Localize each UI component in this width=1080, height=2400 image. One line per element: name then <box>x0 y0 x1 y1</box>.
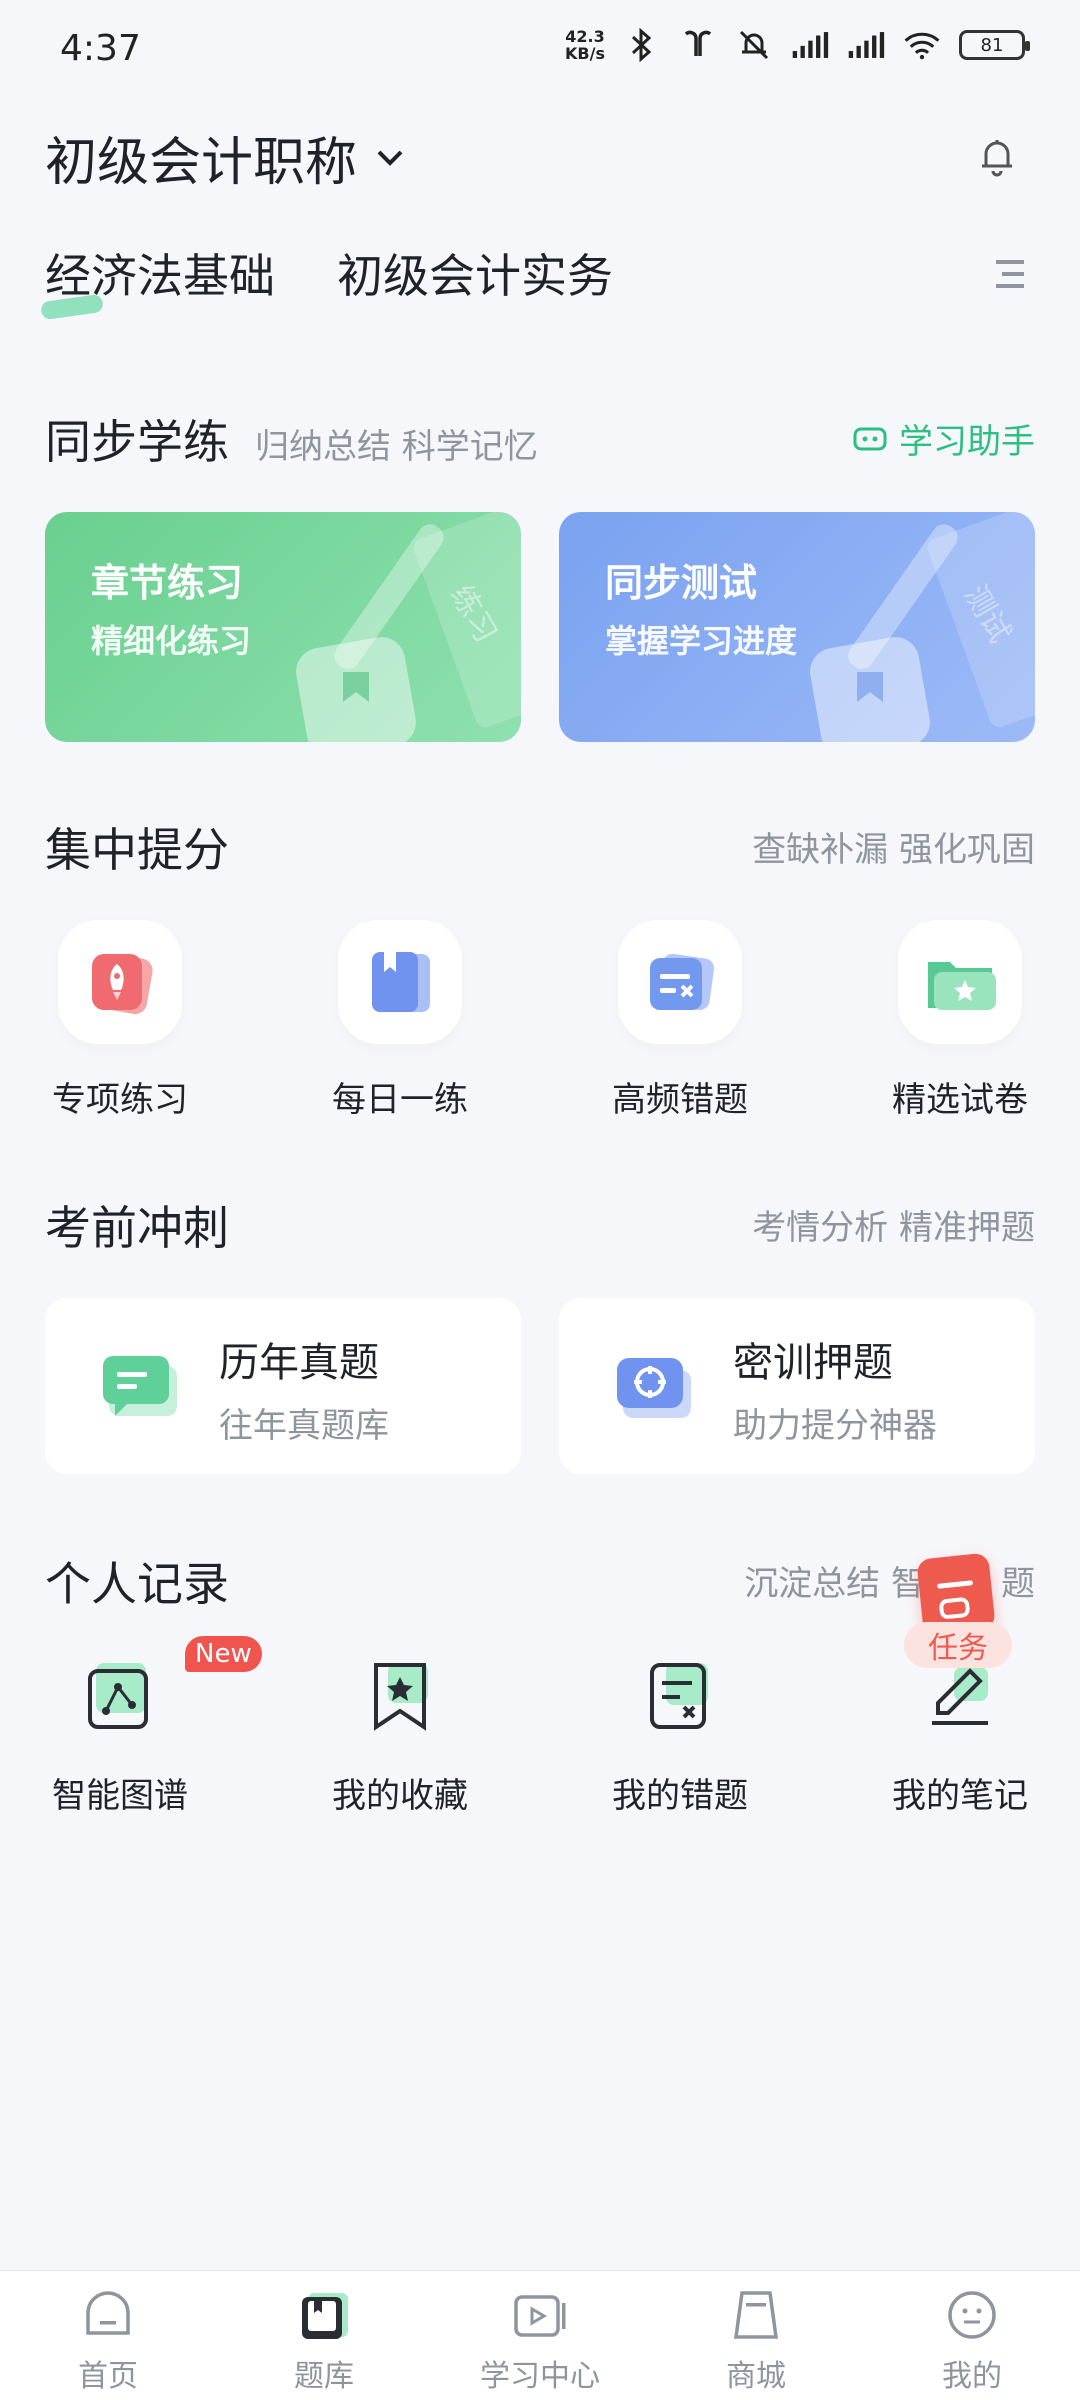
nav-shop[interactable]: 商城 <box>648 2271 864 2400</box>
focus-tagline: 查缺补漏 强化巩固 <box>752 830 1035 870</box>
chat-icon <box>103 1356 177 1416</box>
daily-practice-item[interactable]: 每日一练 <box>325 920 475 1121</box>
bottom-navigation: 首页 题库 学习中心 商城 我的 <box>0 2270 1080 2400</box>
nav-profile[interactable]: 我的 <box>864 2271 1080 2400</box>
new-badge: New <box>185 1636 262 1672</box>
nav-study-center[interactable]: 学习中心 <box>432 2271 648 2400</box>
book-icon <box>338 920 462 1044</box>
card-title: 章节练习 <box>91 561 244 605</box>
rocket-icon <box>58 920 182 1044</box>
frequent-errors-item[interactable]: 高频错题 <box>605 920 755 1121</box>
my-errors-item[interactable]: 我的错题 <box>605 1650 755 1817</box>
pen-book-decor-icon: 测试 <box>810 512 1035 742</box>
exam-selector[interactable]: 初级会计职称 <box>45 120 407 195</box>
app-header: 初级会计职称 <box>0 110 1080 210</box>
nav-home[interactable]: 首页 <box>0 2271 216 2400</box>
secret-training-card[interactable]: 密训押题 助力提分神器 <box>559 1298 1035 1474</box>
profile-icon <box>948 2291 996 2339</box>
battery-indicator: 81 <box>959 30 1030 60</box>
chapter-practice-card[interactable]: 章节练习 精细化练习 练习 <box>45 512 521 742</box>
records-section-title: 个人记录 <box>45 1557 229 1611</box>
tab-subject-1[interactable]: 初级会计实务 <box>337 240 613 310</box>
earbuds-icon <box>679 26 717 64</box>
card-subtitle: 精细化练习 <box>91 622 252 660</box>
home-icon <box>86 2291 130 2335</box>
network-speed: 42.3 KB/s <box>565 27 605 63</box>
pen-book-decor-icon: 练习 <box>296 512 521 742</box>
focus-section-title: 集中提分 <box>45 823 229 877</box>
sprint-section-title: 考前冲刺 <box>45 1201 229 1255</box>
wrong-note-icon <box>635 1650 725 1740</box>
sync-test-card[interactable]: 同步测试 掌握学习进度 测试 <box>559 512 1035 742</box>
subject-tabs: 经济法基础 初级会计实务 <box>45 240 613 310</box>
mute-bell-icon <box>735 26 773 64</box>
video-icon <box>514 2295 566 2337</box>
special-practice-item[interactable]: 专项练习 <box>45 920 195 1121</box>
knowledge-graph-item[interactable]: New 智能图谱 <box>45 1636 262 1817</box>
task-float-button[interactable]: 任务 <box>900 1548 1020 1678</box>
tab-subject-0[interactable]: 经济法基础 <box>45 240 275 310</box>
target-icon <box>617 1358 691 1418</box>
wifi-icon <box>903 26 941 64</box>
card-subtitle: 助力提分神器 <box>733 1406 937 1446</box>
folder-star-icon <box>898 920 1022 1044</box>
sync-section-title: 同步学练 归纳总结 科学记忆 <box>45 415 538 469</box>
status-bar: 4:37 42.3 KB/s 81 <box>0 0 1080 100</box>
graph-icon <box>75 1650 165 1740</box>
sprint-tagline: 考情分析 精准押题 <box>752 1208 1035 1248</box>
focus-grid: 专项练习 每日一练 高频错题 精选试卷 <box>0 920 1080 1121</box>
nav-question-bank[interactable]: 题库 <box>216 2271 432 2400</box>
bluetooth-icon <box>623 26 661 64</box>
my-favorites-item[interactable]: 我的收藏 <box>325 1650 475 1817</box>
card-title: 同步测试 <box>605 561 758 605</box>
exam-title: 初级会计职称 <box>45 133 358 193</box>
bookmark-star-icon <box>355 1650 445 1740</box>
sync-tagline: 归纳总结 科学记忆 <box>255 427 538 467</box>
signal-icon-2 <box>847 26 885 64</box>
question-bank-icon <box>302 2293 348 2339</box>
assistant-icon <box>853 427 887 450</box>
study-assistant-button[interactable]: 学习助手 <box>853 414 1035 463</box>
card-title: 历年真题 <box>219 1340 379 1386</box>
status-icons: 42.3 KB/s 81 <box>565 26 1030 64</box>
task-label: 任务 <box>904 1622 1012 1668</box>
signal-icon <box>791 26 829 64</box>
notification-bell-icon[interactable] <box>972 132 1022 182</box>
selected-papers-item[interactable]: 精选试卷 <box>885 920 1035 1121</box>
card-title: 密训押题 <box>733 1340 893 1386</box>
wrong-question-icon <box>618 920 742 1044</box>
card-subtitle: 掌握学习进度 <box>605 622 798 660</box>
menu-icon[interactable] <box>992 256 1028 292</box>
card-subtitle: 往年真题库 <box>219 1406 389 1446</box>
chevron-down-icon <box>377 150 403 166</box>
shop-icon <box>733 2291 779 2339</box>
status-time: 4:37 <box>60 28 141 69</box>
past-papers-card[interactable]: 历年真题 往年真题库 <box>45 1298 521 1474</box>
